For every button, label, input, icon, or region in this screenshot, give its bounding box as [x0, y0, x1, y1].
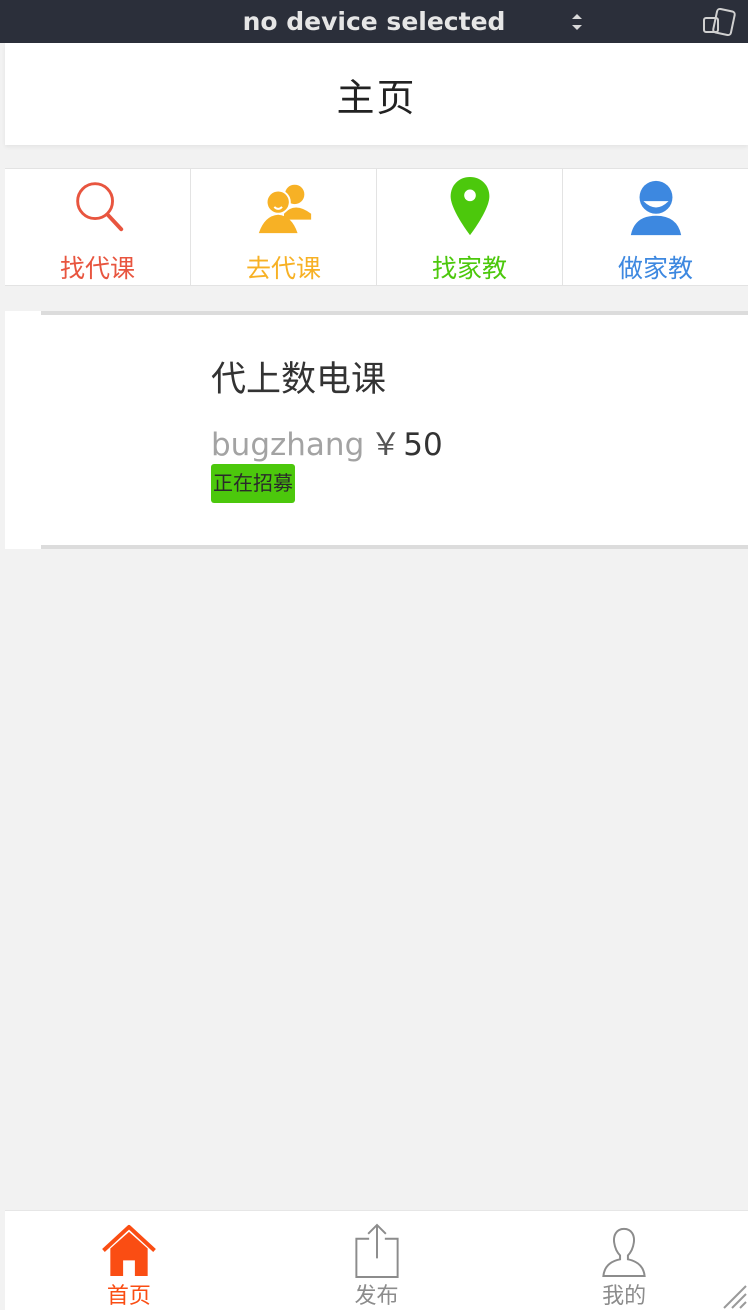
tab-label: 发布	[354, 1284, 399, 1309]
search-icon	[75, 182, 123, 232]
divider	[41, 311, 748, 315]
tab-label: 首页	[106, 1284, 151, 1309]
category-label: 做家教	[617, 254, 693, 283]
share-icon	[354, 1223, 399, 1278]
currency-symbol: ￥	[370, 427, 402, 463]
tab-label: 我的	[602, 1284, 647, 1309]
category-label: 去代课	[245, 254, 321, 283]
bottom-tab-bar: 首页 发布 我的	[5, 1210, 748, 1310]
category-find-tutor[interactable]: 找家教	[377, 169, 563, 285]
task-title: 代上数电课	[211, 360, 387, 400]
rotate-device-icon[interactable]	[700, 6, 740, 38]
category-be-substitute[interactable]: 去代课	[191, 169, 377, 285]
home-icon	[101, 1224, 156, 1277]
select-arrows-icon[interactable]	[566, 10, 588, 34]
device-selector-label[interactable]: no device selected	[243, 7, 506, 36]
category-find-substitute[interactable]: 找代课	[5, 169, 191, 285]
category-label: 找代课	[59, 254, 135, 283]
category-label: 找家教	[431, 254, 507, 283]
tab-mine[interactable]: 我的	[500, 1211, 748, 1310]
status-badge: 正在招募	[211, 464, 295, 503]
task-card[interactable]: 代上数电课 bugzhang ￥50 正在招募	[5, 311, 748, 549]
profile-icon	[602, 1227, 646, 1278]
device-toolbar: no device selected	[0, 0, 748, 43]
task-user: bugzhang	[211, 427, 365, 463]
user-icon	[630, 180, 681, 236]
divider	[41, 545, 748, 549]
page-title: 主页	[336, 75, 417, 120]
resize-handle-icon[interactable]	[718, 1280, 748, 1310]
category-be-tutor[interactable]: 做家教	[563, 169, 748, 285]
category-grid: 找代课 去代课 找家教 做家教	[5, 168, 748, 286]
tab-home[interactable]: 首页	[5, 1211, 253, 1310]
task-price: 50	[403, 427, 443, 463]
location-pin-icon	[450, 176, 489, 236]
page-header: 主页	[5, 43, 748, 145]
tab-publish[interactable]: 发布	[253, 1211, 501, 1310]
users-icon	[258, 184, 311, 234]
task-meta: bugzhang ￥50	[211, 419, 443, 464]
